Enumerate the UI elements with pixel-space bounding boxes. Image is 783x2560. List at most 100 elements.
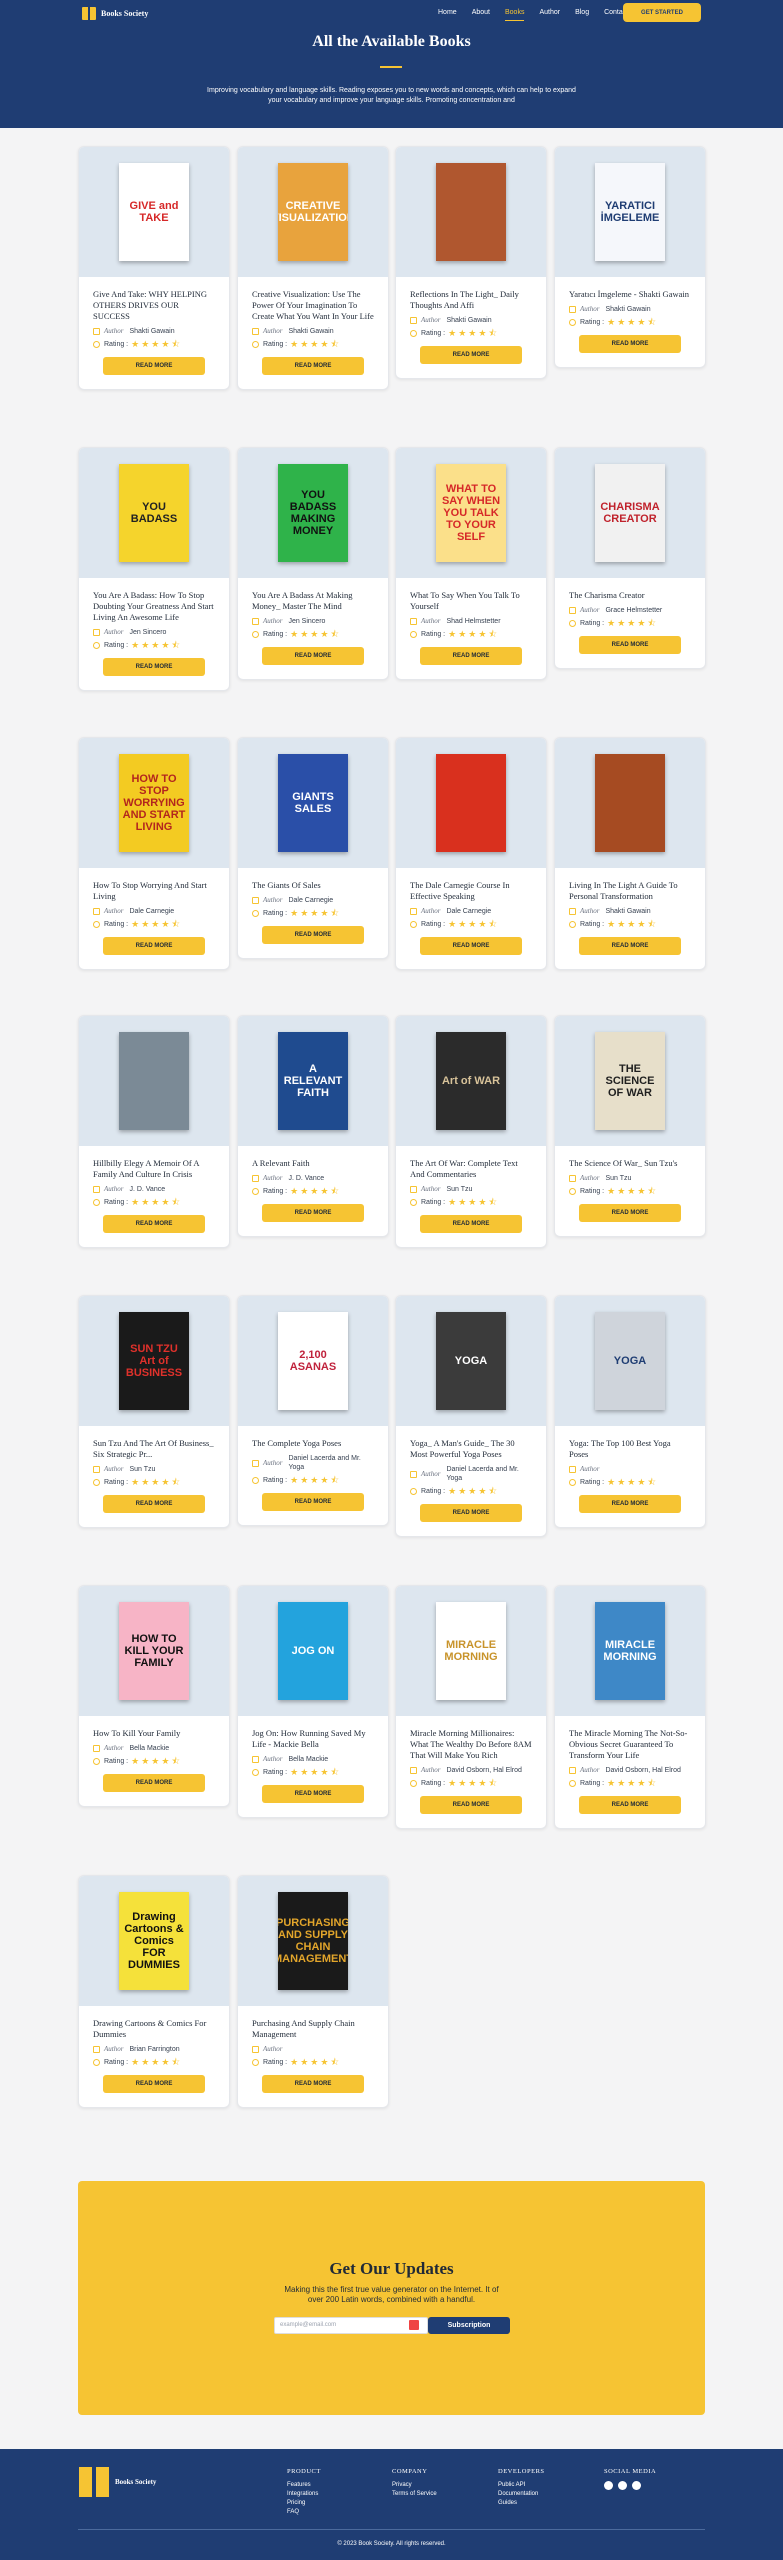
read-more-button[interactable]: READ MORE xyxy=(420,1796,522,1814)
read-more-button[interactable]: READ MORE xyxy=(262,926,364,944)
book-cover[interactable]: Art of WAR xyxy=(436,1032,506,1130)
get-started-button[interactable]: GET STARTED xyxy=(623,3,701,22)
email-input[interactable]: example@email.com xyxy=(274,2317,428,2334)
read-more-button[interactable]: READ MORE xyxy=(262,647,364,665)
read-more-button[interactable]: READ MORE xyxy=(103,1215,205,1233)
star-icon: ★ xyxy=(141,2057,150,2067)
read-more-button[interactable]: READ MORE xyxy=(420,1215,522,1233)
footer-link[interactable]: Terms of Service xyxy=(392,2490,437,2499)
book-cover[interactable] xyxy=(436,163,506,261)
star-icon: ★ xyxy=(468,1197,477,1207)
rating-icon xyxy=(252,631,259,638)
book-cover[interactable]: CHARISMA CREATOR xyxy=(595,464,665,562)
footer-link[interactable]: Pricing xyxy=(287,2499,321,2508)
book-cover[interactable]: JOG ON xyxy=(278,1602,348,1700)
read-more-button[interactable]: READ MORE xyxy=(579,937,681,955)
read-more-button[interactable]: READ MORE xyxy=(262,357,364,375)
author-icon xyxy=(252,2046,259,2053)
rating-stars: ★ ★ ★ ★ ⯪ xyxy=(131,1757,182,1766)
star-icon: ⯪ xyxy=(330,629,339,639)
book-cover[interactable]: YOGA xyxy=(436,1312,506,1410)
book-cover[interactable] xyxy=(119,1032,189,1130)
book-cover[interactable]: HOW TO KILL YOUR FAMILY xyxy=(119,1602,189,1700)
star-icon: ★ xyxy=(131,919,140,929)
read-more-button[interactable]: READ MORE xyxy=(579,1796,681,1814)
read-more-button[interactable]: READ MORE xyxy=(262,1493,364,1511)
read-more-button[interactable]: READ MORE xyxy=(103,1774,205,1792)
book-cover[interactable]: THE SCIENCE OF WAR xyxy=(595,1032,665,1130)
star-icon: ★ xyxy=(637,1477,646,1487)
author-label: Author xyxy=(104,2045,124,2053)
star-icon: ★ xyxy=(458,1778,467,1788)
twitter-icon[interactable] xyxy=(618,2481,627,2490)
book-cover[interactable]: Drawing Cartoons & Comics FOR DUMMIES xyxy=(119,1892,189,1990)
subscription-button[interactable]: Subscription xyxy=(428,2317,510,2334)
footer-link[interactable]: Public API xyxy=(498,2481,545,2490)
book-cover-area: YOU BADASS MAKING MONEY xyxy=(238,448,388,578)
logo[interactable]: Books Society xyxy=(82,7,148,20)
cover-title: WHAT TO SAY WHEN YOU TALK TO YOUR SELF xyxy=(441,483,501,543)
footer-link[interactable]: Guides xyxy=(498,2499,545,2508)
read-more-button[interactable]: READ MORE xyxy=(420,937,522,955)
rating-icon xyxy=(410,921,417,928)
nav-about[interactable]: About xyxy=(472,9,490,16)
read-more-button[interactable]: READ MORE xyxy=(262,1785,364,1803)
book-cover[interactable]: WHAT TO SAY WHEN YOU TALK TO YOUR SELF xyxy=(436,464,506,562)
footer-link[interactable]: Privacy xyxy=(392,2481,437,2490)
book-cover[interactable]: HOW TO STOP WORRYING AND START LIVING xyxy=(119,754,189,852)
read-more-button[interactable]: READ MORE xyxy=(420,1504,522,1522)
nav-home[interactable]: Home xyxy=(438,9,457,16)
nav-blog[interactable]: Blog xyxy=(575,9,589,16)
book-cover[interactable]: YARATICI İMGELEME xyxy=(595,163,665,261)
read-more-button[interactable]: READ MORE xyxy=(420,346,522,364)
instagram-icon[interactable] xyxy=(632,2481,641,2490)
book-cover[interactable]: PURCHASING AND SUPPLY CHAIN MANAGEMENT xyxy=(278,1892,348,1990)
read-more-button[interactable]: READ MORE xyxy=(103,937,205,955)
read-more-button[interactable]: READ MORE xyxy=(262,2075,364,2093)
book-card: Art of WAR The Art Of War: Complete Text … xyxy=(395,1015,547,1248)
footer-link[interactable]: Documentation xyxy=(498,2490,545,2499)
author-label: Author xyxy=(104,907,124,915)
author-icon xyxy=(252,897,259,904)
rating-icon xyxy=(93,1479,100,1486)
read-more-button[interactable]: READ MORE xyxy=(579,636,681,654)
cover-title: Drawing Cartoons & Comics FOR DUMMIES xyxy=(124,1911,184,1971)
read-more-button[interactable]: READ MORE xyxy=(579,1204,681,1222)
star-icon: ⯪ xyxy=(647,919,656,929)
book-cover[interactable]: GIANTS SALES xyxy=(278,754,348,852)
book-cover[interactable]: SUN TZU Art of BUSINESS xyxy=(119,1312,189,1410)
book-cover[interactable]: MIRACLE MORNING xyxy=(436,1602,506,1700)
footer-link[interactable]: Integrations xyxy=(287,2490,321,2499)
facebook-icon[interactable] xyxy=(604,2481,613,2490)
book-cover[interactable]: 2,100 ASANAS xyxy=(278,1312,348,1410)
read-more-button[interactable]: READ MORE xyxy=(103,2075,205,2093)
footer-link[interactable]: FAQ xyxy=(287,2508,321,2517)
read-more-button[interactable]: READ MORE xyxy=(262,1204,364,1222)
book-cover[interactable]: A RELEVANT FAITH xyxy=(278,1032,348,1130)
book-cover[interactable]: MIRACLE MORNING xyxy=(595,1602,665,1700)
nav-author[interactable]: Author xyxy=(539,9,560,16)
footer-logo[interactable]: Books Society xyxy=(79,2467,156,2497)
rating-row: Rating : ★ ★ ★ ★ ⯪ xyxy=(93,641,215,650)
read-more-button[interactable]: READ MORE xyxy=(579,1495,681,1513)
rating-label: Rating : xyxy=(421,330,446,337)
author-row: Author Shakti Gawain xyxy=(93,327,215,336)
read-more-button[interactable]: READ MORE xyxy=(103,1495,205,1513)
read-more-button[interactable]: READ MORE xyxy=(103,658,205,676)
book-cover[interactable] xyxy=(436,754,506,852)
cover-title: THE SCIENCE OF WAR xyxy=(605,1063,655,1099)
author-label: Author xyxy=(580,606,600,614)
footer-link[interactable]: Features xyxy=(287,2481,321,2490)
book-cover[interactable]: YOU BADASS MAKING MONEY xyxy=(278,464,348,562)
book-cover[interactable]: YOU BADASS xyxy=(119,464,189,562)
book-cover[interactable]: GIVE and TAKE xyxy=(119,163,189,261)
read-more-button[interactable]: READ MORE xyxy=(579,335,681,353)
book-cover[interactable]: CREATIVE VISUALIZATION xyxy=(278,163,348,261)
book-cover[interactable]: YOGA xyxy=(595,1312,665,1410)
read-more-button[interactable]: READ MORE xyxy=(103,357,205,375)
star-icon: ★ xyxy=(627,1186,636,1196)
book-cover[interactable] xyxy=(595,754,665,852)
read-more-button[interactable]: READ MORE xyxy=(420,647,522,665)
star-icon: ★ xyxy=(320,339,329,349)
nav-books[interactable]: Books xyxy=(504,9,525,21)
